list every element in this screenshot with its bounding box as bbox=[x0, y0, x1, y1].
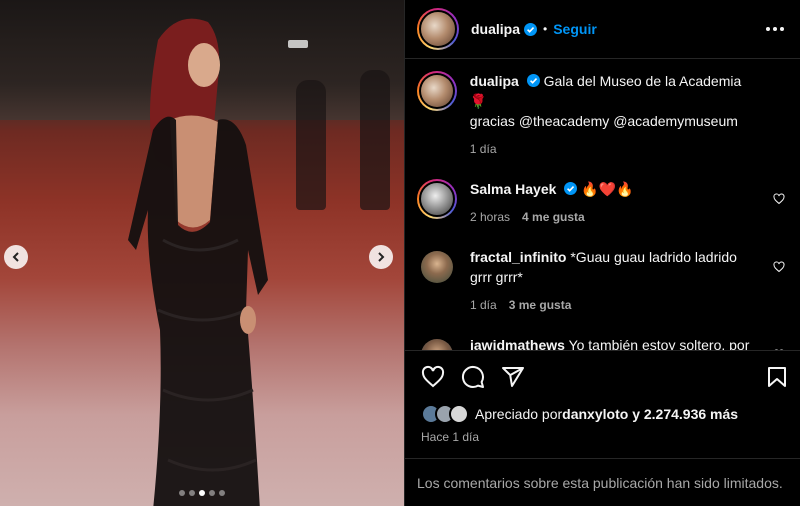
post-time: Hace 1 día bbox=[421, 430, 480, 444]
likes-prefix: Apreciado por bbox=[475, 406, 563, 422]
caption: dualipa Gala del Museo de la Academia 🌹 … bbox=[417, 71, 787, 159]
comment-item: fractal_infinito *Guau guau ladrido ladr… bbox=[417, 247, 787, 315]
follow-button[interactable]: Seguir bbox=[553, 21, 597, 37]
heart-icon[interactable] bbox=[773, 261, 785, 273]
comment-time: 2 horas bbox=[470, 210, 511, 224]
comment-item: jawidmathews Yo también estoy soltero, p… bbox=[417, 335, 787, 350]
comment-text: 🔥❤️🔥 bbox=[581, 181, 634, 197]
caption-text-line2: gracias @theacademy @academymuseum bbox=[469, 113, 738, 129]
comment-item: Salma Hayek 🔥❤️🔥 2 horas 4 me gusta bbox=[417, 179, 787, 227]
media-subject bbox=[128, 18, 268, 506]
bookmark-icon[interactable] bbox=[765, 365, 789, 389]
likes-user[interactable]: danxyloto bbox=[562, 406, 628, 422]
carousel-next-button[interactable] bbox=[369, 245, 393, 269]
comment-avatar[interactable] bbox=[417, 247, 457, 287]
comments-list[interactable]: dualipa Gala del Museo de la Academia 🌹 … bbox=[405, 59, 800, 350]
carousel-dot bbox=[199, 490, 205, 496]
comment-likes[interactable]: 3 me gusta bbox=[509, 295, 572, 315]
likes-count[interactable]: y 2.274.936 más bbox=[632, 406, 738, 422]
media-background-figure bbox=[296, 80, 326, 210]
comment-avatar[interactable] bbox=[417, 335, 457, 350]
chevron-left-icon bbox=[12, 252, 19, 262]
more-options-button[interactable] bbox=[762, 19, 788, 39]
carousel-prev-button[interactable] bbox=[4, 245, 28, 269]
post-header: dualipa • Seguir bbox=[405, 0, 800, 59]
caption-username[interactable]: dualipa bbox=[470, 73, 519, 89]
post-media[interactable] bbox=[0, 0, 404, 506]
verified-icon bbox=[524, 22, 538, 36]
carousel-dot bbox=[209, 490, 215, 496]
media-background-light bbox=[288, 40, 308, 48]
verified-icon bbox=[564, 182, 578, 195]
post-sidebar: dualipa • Seguir dualipa Gala del Museo … bbox=[404, 0, 800, 506]
comment-username[interactable]: fractal_infinito bbox=[470, 249, 566, 265]
heart-icon[interactable] bbox=[773, 193, 785, 205]
verified-icon bbox=[526, 74, 540, 87]
comment-icon[interactable] bbox=[461, 365, 485, 389]
carousel-indicator bbox=[0, 490, 404, 496]
comment-username[interactable]: jawidmathews bbox=[470, 337, 565, 350]
comments-limited-notice: Los comentarios sobre esta publicación h… bbox=[405, 458, 800, 506]
like-heart-icon[interactable] bbox=[421, 365, 445, 389]
author-username[interactable]: dualipa bbox=[471, 21, 520, 37]
caption-avatar[interactable] bbox=[417, 71, 457, 111]
caption-time: 1 día bbox=[469, 142, 497, 156]
separator-dot: • bbox=[543, 22, 548, 36]
comment-likes[interactable]: 4 me gusta bbox=[522, 207, 585, 227]
comment-avatar[interactable] bbox=[417, 179, 457, 219]
carousel-dot bbox=[219, 490, 225, 496]
likes-summary: Apreciado por danxyloto y 2.274.936 más bbox=[421, 404, 789, 424]
liker-avatars bbox=[421, 404, 469, 424]
share-icon[interactable] bbox=[501, 365, 525, 389]
comment-username[interactable]: Salma Hayek bbox=[470, 181, 556, 197]
post-actions: Apreciado por danxyloto y 2.274.936 más H… bbox=[405, 350, 800, 458]
carousel-dot bbox=[189, 490, 195, 496]
more-icon bbox=[766, 27, 770, 31]
media-background-figure bbox=[360, 70, 390, 210]
comment-time: 1 día bbox=[470, 298, 497, 312]
carousel-dot bbox=[179, 490, 185, 496]
chevron-right-icon bbox=[378, 252, 385, 262]
author-avatar[interactable] bbox=[417, 8, 459, 50]
